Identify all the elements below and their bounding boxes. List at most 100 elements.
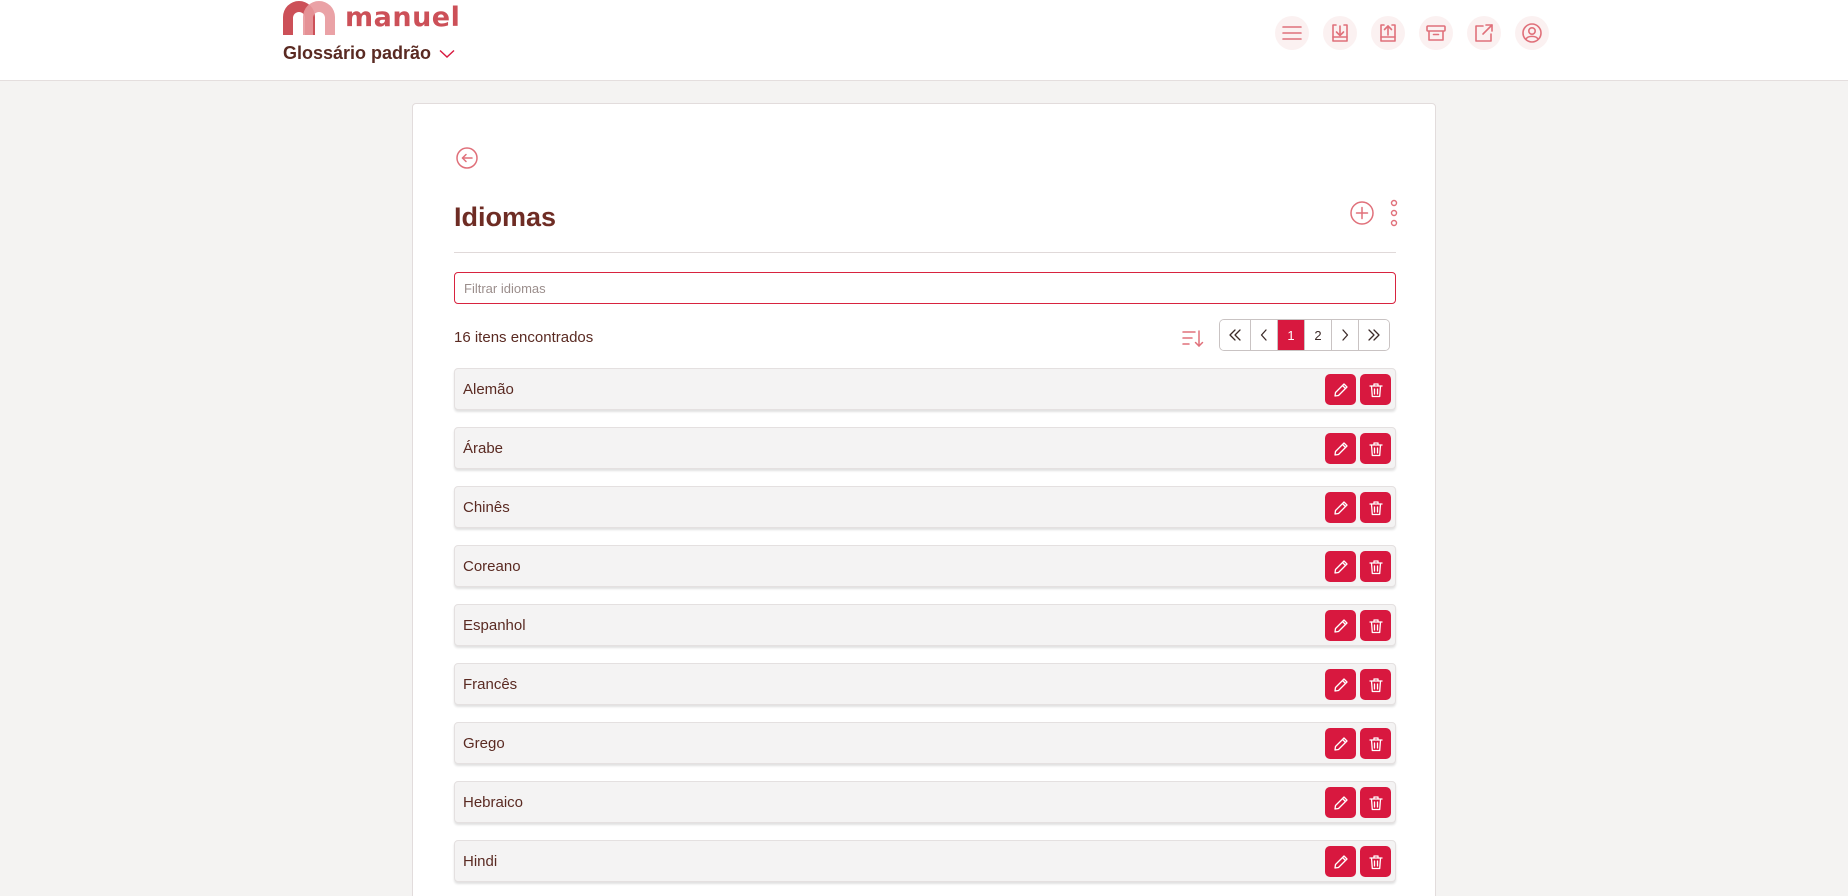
sort-descending-icon xyxy=(1182,330,1204,347)
pencil-icon xyxy=(1333,382,1348,397)
title-actions xyxy=(1349,199,1399,227)
logo-mark-icon xyxy=(283,1,335,35)
pencil-icon xyxy=(1333,618,1348,633)
edit-button[interactable] xyxy=(1325,492,1356,523)
items-count: 16 itens encontrados xyxy=(454,329,594,346)
chevron-left-icon xyxy=(1260,329,1267,341)
chevron-down-icon xyxy=(439,49,455,58)
pagination: 1 2 xyxy=(1219,319,1390,351)
edit-button[interactable] xyxy=(1325,846,1356,877)
row-actions xyxy=(1325,610,1391,641)
trash-icon xyxy=(1368,677,1383,692)
list-item[interactable]: Espanhol xyxy=(454,604,1396,646)
list-item[interactable]: Grego xyxy=(454,722,1396,764)
chevron-right-icon xyxy=(1342,329,1349,341)
delete-button[interactable] xyxy=(1360,669,1391,700)
top-bar: manuel Glossário padrão xyxy=(0,0,1848,81)
last-page-button[interactable] xyxy=(1359,320,1389,350)
row-actions xyxy=(1325,374,1391,405)
list-item[interactable]: Árabe xyxy=(454,427,1396,469)
external-link-icon[interactable] xyxy=(1467,16,1501,50)
upload-icon[interactable] xyxy=(1371,16,1405,50)
edit-button[interactable] xyxy=(1325,551,1356,582)
list-item[interactable]: Francês xyxy=(454,663,1396,705)
languages-list: Alemão Árabe Chinês Coreano Espanhol Fra… xyxy=(454,368,1396,896)
trash-icon xyxy=(1368,854,1383,869)
list-item[interactable]: Hindi xyxy=(454,840,1396,882)
list-item[interactable]: Coreano xyxy=(454,545,1396,587)
chevrons-right-icon xyxy=(1368,329,1380,341)
pencil-icon xyxy=(1333,559,1348,574)
pencil-icon xyxy=(1333,795,1348,810)
prev-page-button[interactable] xyxy=(1251,320,1278,350)
pencil-icon xyxy=(1333,854,1348,869)
list-item-label: Hebraico xyxy=(463,793,524,811)
edit-button[interactable] xyxy=(1325,610,1356,641)
first-page-button[interactable] xyxy=(1220,320,1251,350)
pencil-icon xyxy=(1333,500,1348,515)
trash-icon xyxy=(1368,736,1383,751)
next-page-button[interactable] xyxy=(1332,320,1359,350)
pencil-icon xyxy=(1333,736,1348,751)
delete-button[interactable] xyxy=(1360,787,1391,818)
trash-icon xyxy=(1368,559,1383,574)
edit-button[interactable] xyxy=(1325,787,1356,818)
back-button[interactable] xyxy=(455,146,479,175)
delete-button[interactable] xyxy=(1360,433,1391,464)
edit-button[interactable] xyxy=(1325,374,1356,405)
trash-icon xyxy=(1368,618,1383,633)
page-title: Idiomas xyxy=(454,202,557,232)
list-item-label: Hindi xyxy=(463,852,498,870)
list-item-label: Grego xyxy=(463,734,505,752)
trash-icon xyxy=(1368,441,1383,456)
pencil-icon xyxy=(1333,441,1348,456)
delete-button[interactable] xyxy=(1360,551,1391,582)
row-actions xyxy=(1325,728,1391,759)
row-actions xyxy=(1325,492,1391,523)
page-2-button[interactable]: 2 xyxy=(1305,320,1332,350)
delete-button[interactable] xyxy=(1360,846,1391,877)
trash-icon xyxy=(1368,500,1383,515)
delete-button[interactable] xyxy=(1360,374,1391,405)
list-item[interactable]: Hebraico xyxy=(454,781,1396,823)
trash-icon xyxy=(1368,795,1383,810)
list-item-label: Alemão xyxy=(463,380,514,398)
edit-button[interactable] xyxy=(1325,728,1356,759)
menu-icon[interactable] xyxy=(1275,16,1309,50)
sort-button[interactable] xyxy=(1181,326,1205,355)
row-actions xyxy=(1325,551,1391,582)
list-item[interactable]: Chinês xyxy=(454,486,1396,528)
add-circle-icon[interactable] xyxy=(1349,200,1375,226)
filter-input[interactable] xyxy=(454,272,1396,304)
list-item[interactable]: Alemão xyxy=(454,368,1396,410)
list-item-label: Espanhol xyxy=(463,616,526,634)
row-actions xyxy=(1325,846,1391,877)
row-actions xyxy=(1325,787,1391,818)
pencil-icon xyxy=(1333,677,1348,692)
edit-button[interactable] xyxy=(1325,669,1356,700)
page-1-button[interactable]: 1 xyxy=(1278,320,1305,350)
more-vertical-icon[interactable] xyxy=(1389,199,1399,227)
logo: manuel xyxy=(283,0,460,36)
edit-button[interactable] xyxy=(1325,433,1356,464)
header-actions xyxy=(1275,16,1549,50)
download-icon[interactable] xyxy=(1323,16,1357,50)
delete-button[interactable] xyxy=(1360,492,1391,523)
delete-button[interactable] xyxy=(1360,728,1391,759)
chevrons-left-icon xyxy=(1229,329,1241,341)
archive-icon[interactable] xyxy=(1419,16,1453,50)
glossary-label: Glossário padrão xyxy=(283,43,432,63)
list-item-label: Chinês xyxy=(463,498,510,516)
title-divider xyxy=(454,252,1396,253)
delete-button[interactable] xyxy=(1360,610,1391,641)
back-arrow-icon xyxy=(456,147,478,169)
logo-text: manuel xyxy=(345,2,461,33)
row-actions xyxy=(1325,669,1391,700)
user-icon[interactable] xyxy=(1515,16,1549,50)
list-item-label: Francês xyxy=(463,675,518,693)
list-item-label: Árabe xyxy=(463,439,504,457)
trash-icon xyxy=(1368,382,1383,397)
row-actions xyxy=(1325,433,1391,464)
list-item-label: Coreano xyxy=(463,557,521,575)
glossary-selector[interactable]: Glossário padrão xyxy=(283,43,455,64)
